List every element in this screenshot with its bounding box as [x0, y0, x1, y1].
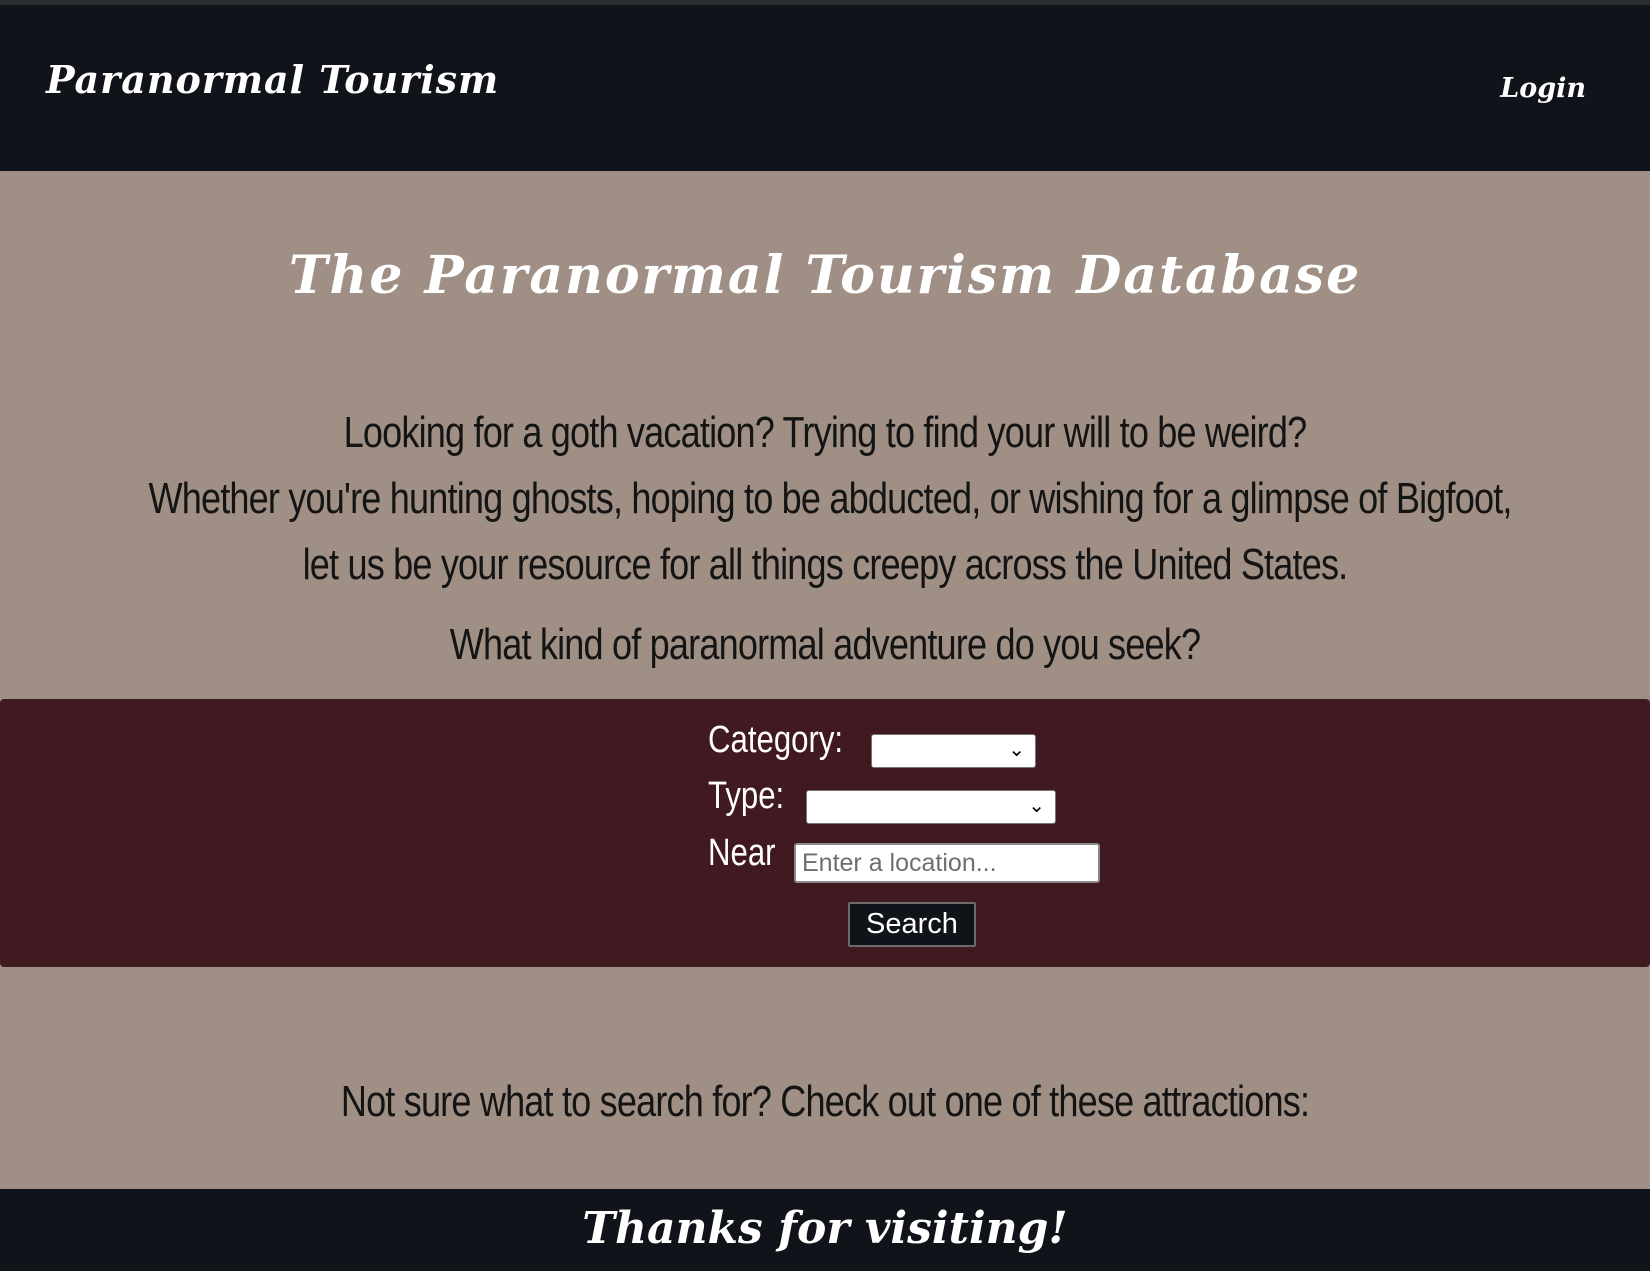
footer: Thanks for visiting!: [0, 1189, 1650, 1271]
intro-line: Whether you're hunting ghosts, hoping to…: [148, 474, 1513, 523]
type-label: Type:: [708, 775, 785, 817]
search-button[interactable]: Search: [848, 902, 976, 947]
login-link[interactable]: Login: [1500, 73, 1586, 104]
category-label: Category:: [708, 719, 844, 761]
search-prompt: What kind of paranormal adventure do you…: [449, 620, 1201, 669]
intro-line: let us be your resource for all things c…: [302, 540, 1349, 589]
category-select[interactable]: ⌄: [871, 734, 1036, 768]
footer-text: Thanks for visiting!: [582, 1203, 1068, 1254]
brand-logo-link[interactable]: Paranormal Tourism: [46, 57, 499, 102]
navbar: Paranormal Tourism Login: [0, 5, 1650, 171]
near-label: Near: [708, 832, 776, 874]
chevron-down-icon: ⌄: [1028, 793, 1045, 817]
chevron-down-icon: ⌄: [1008, 737, 1025, 761]
attractions-heading: Not sure what to search for? Check out o…: [340, 1077, 1310, 1126]
type-select[interactable]: ⌄: [806, 790, 1056, 824]
page-title: The Paranormal Tourism Database: [288, 245, 1362, 306]
location-input[interactable]: [794, 843, 1100, 883]
intro-text: Looking for a goth vacation? Trying to f…: [148, 400, 1513, 598]
intro-line: Looking for a goth vacation? Trying to f…: [343, 408, 1308, 457]
